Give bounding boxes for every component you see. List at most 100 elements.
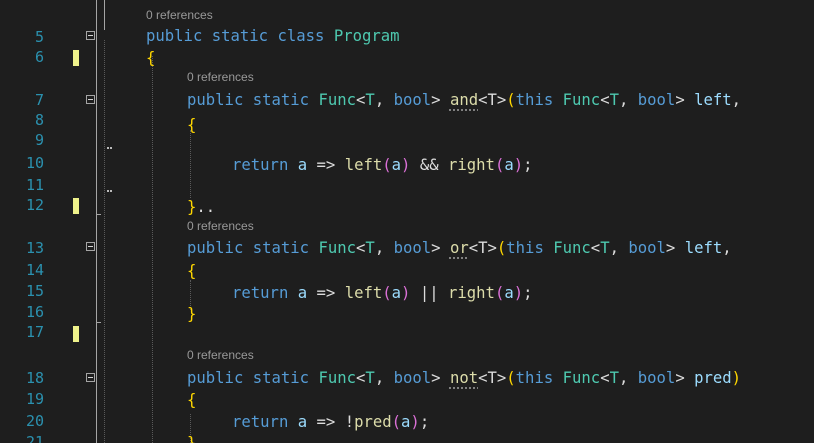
keyword: static — [252, 239, 310, 257]
code-line-7[interactable]: public static Func<T, bool> and<T>(this … — [187, 89, 741, 111]
punct: , — [609, 239, 629, 257]
keyword: static — [252, 91, 310, 109]
indent-guide — [190, 130, 191, 198]
type-param: T — [600, 239, 610, 257]
paren: ) — [401, 284, 411, 302]
line-number: 7 — [34, 91, 44, 109]
code-line-13[interactable]: public static Func<T, bool> or<T>(this F… — [187, 237, 732, 259]
code-editor[interactable]: 5 6 7 8 9 10 11 12 13 14 15 16 17 18 19 20 21 0 referenc… — [0, 0, 814, 443]
keyword: this — [515, 369, 554, 387]
brace: { — [187, 391, 197, 409]
method-name[interactable]: or — [450, 239, 469, 257]
invocation: right — [447, 156, 495, 174]
operator: || — [419, 284, 439, 302]
punct: < — [356, 91, 366, 109]
invocation: pred — [354, 413, 392, 431]
code-line-12[interactable]: }.. — [187, 196, 215, 218]
punct: , — [374, 239, 394, 257]
generic: <T> — [478, 91, 507, 109]
codelens-references[interactable]: 0 references — [187, 219, 254, 233]
collapsed-region-dots — [110, 190, 112, 192]
method-name[interactable]: and — [450, 91, 478, 109]
parameter: a — [297, 284, 308, 302]
parameter: left — [694, 91, 732, 109]
paren: ) — [401, 156, 411, 174]
outline-guide-line — [104, 0, 105, 30]
collapse-icon[interactable] — [86, 242, 95, 251]
keyword: bool — [637, 369, 676, 387]
brace: { — [146, 49, 156, 67]
generic: <T> — [478, 369, 507, 387]
collapse-icon[interactable] — [86, 31, 95, 40]
line-number: 9 — [34, 131, 44, 149]
keyword: bool — [628, 239, 666, 257]
punct: , — [618, 91, 638, 109]
type-name: Func — [562, 369, 601, 387]
change-marker — [73, 198, 79, 214]
paren: ( — [494, 156, 505, 174]
parameter: a — [504, 156, 514, 174]
brace: } — [187, 198, 197, 216]
paren: ( — [382, 156, 392, 174]
invocation: left — [344, 284, 383, 302]
paren: ) — [513, 284, 524, 302]
parameter: a — [401, 413, 411, 431]
operator: => — [316, 413, 336, 431]
method-name[interactable]: not — [450, 369, 478, 387]
paren: ( — [496, 239, 507, 257]
paren: ( — [506, 369, 516, 387]
operator: => — [316, 284, 336, 302]
punct: > — [675, 91, 685, 109]
code-line-14[interactable]: { — [187, 260, 196, 282]
punct: ; — [523, 156, 533, 174]
punct: , — [722, 239, 732, 257]
paren: ( — [382, 284, 392, 302]
codelens-references[interactable]: 0 references — [187, 70, 254, 84]
keyword: return — [232, 284, 289, 302]
paren: ( — [506, 91, 516, 109]
keyword: return — [232, 413, 289, 431]
punct: < — [356, 369, 366, 387]
keyword: public — [146, 27, 203, 45]
collapsed-region-dots — [107, 147, 109, 149]
code-line-10[interactable]: return a => left(a) && right(a); — [232, 154, 533, 176]
code-line-15[interactable]: return a => left(a) || right(a); — [232, 282, 533, 304]
operator: && — [419, 156, 439, 174]
brace: { — [187, 262, 197, 280]
punct: > — [431, 91, 441, 109]
code-line-20[interactable]: return a => !pred(a); — [232, 411, 429, 433]
keyword: public — [187, 369, 244, 387]
parameter: left — [684, 239, 723, 257]
code-line-21[interactable]: } — [187, 432, 196, 443]
code-line-8[interactable]: { — [187, 114, 196, 136]
line-number: 21 — [25, 433, 44, 443]
collapsed-ellipsis[interactable]: .. — [196, 198, 215, 216]
parameter: a — [297, 156, 308, 174]
change-marker — [73, 50, 79, 66]
codelens-references[interactable]: 0 references — [187, 348, 254, 362]
line-number: 11 — [25, 176, 44, 194]
collapse-icon[interactable] — [86, 95, 95, 104]
punct: < — [590, 239, 601, 257]
parameter: a — [504, 284, 514, 302]
code-line-5[interactable]: public static class Program — [146, 25, 400, 47]
punct: ; — [419, 413, 430, 431]
code-line-16[interactable]: } — [187, 303, 196, 325]
code-line-18[interactable]: public static Func<T, bool> not<T>(this … — [187, 367, 741, 389]
code-line-6[interactable]: { — [146, 47, 155, 69]
line-number: 16 — [25, 303, 44, 321]
type-param: T — [609, 369, 619, 387]
code-line-19[interactable]: { — [187, 389, 196, 411]
keyword: this — [515, 91, 554, 109]
keyword: bool — [393, 239, 432, 257]
paren: ( — [391, 413, 402, 431]
type-name: Func — [318, 239, 357, 257]
collapse-icon[interactable] — [86, 373, 95, 382]
punct: , — [374, 369, 394, 387]
class-name: Program — [333, 27, 400, 45]
type-param: T — [365, 239, 375, 257]
keyword: bool — [393, 91, 432, 109]
line-number: 5 — [34, 28, 44, 46]
codelens-references[interactable]: 0 references — [146, 8, 213, 22]
punct: > — [431, 239, 441, 257]
